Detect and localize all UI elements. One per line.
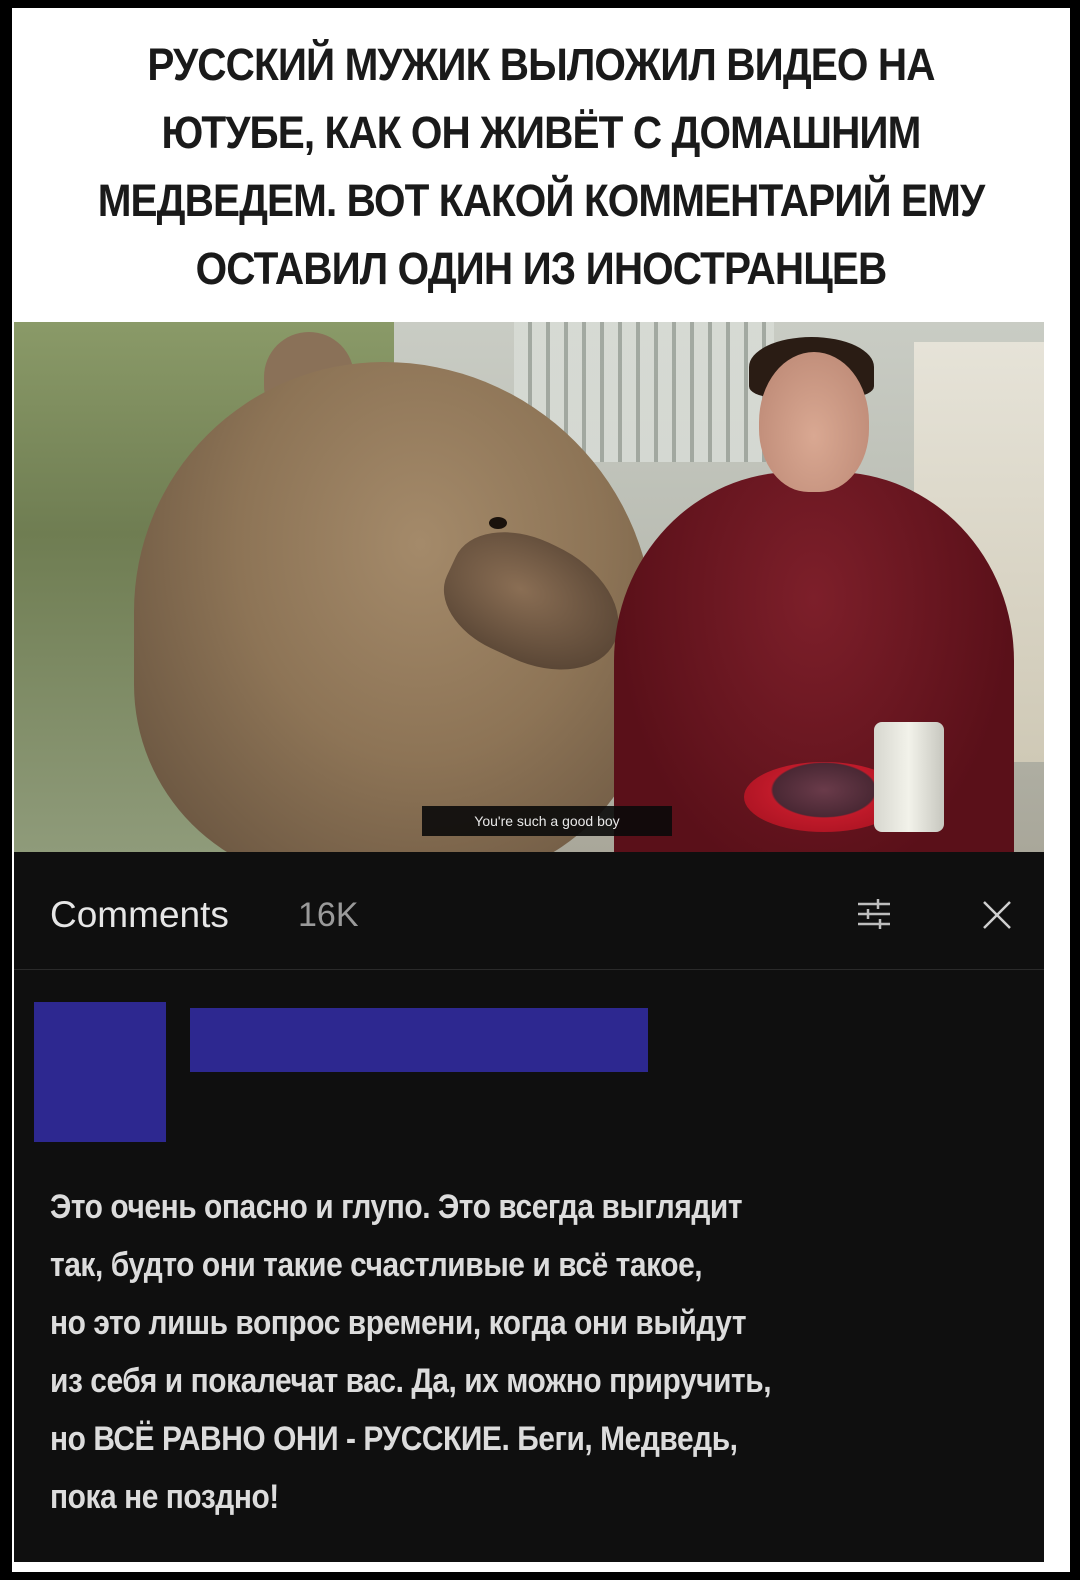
comments-count: 16K — [298, 896, 359, 934]
comments-header: Comments 16K — [14, 852, 1044, 970]
comment-text: Это очень опасно и глупо. Это всегда выг… — [50, 1188, 772, 1516]
video-player[interactable]: You're such a good boy — [14, 322, 1044, 852]
meme-caption: Русский мужик выложил видео на ютубе, ка… — [97, 39, 985, 294]
man-head — [759, 352, 869, 492]
comments-panel: Comments 16K Это очень опасно и глупо. Э… — [14, 852, 1044, 1562]
bear-eye — [489, 517, 507, 529]
comments-title: Comments — [50, 894, 229, 935]
video-subtitle: You're such a good boy — [422, 806, 672, 836]
avatar[interactable] — [34, 1002, 166, 1142]
sort-filter-icon[interactable] — [856, 896, 892, 932]
meme-frame: Русский мужик выложил видео на ютубе, ка… — [0, 0, 1080, 1580]
redacted-username[interactable] — [190, 1008, 648, 1072]
glass-jar — [874, 722, 944, 832]
close-icon[interactable] — [978, 896, 1016, 934]
